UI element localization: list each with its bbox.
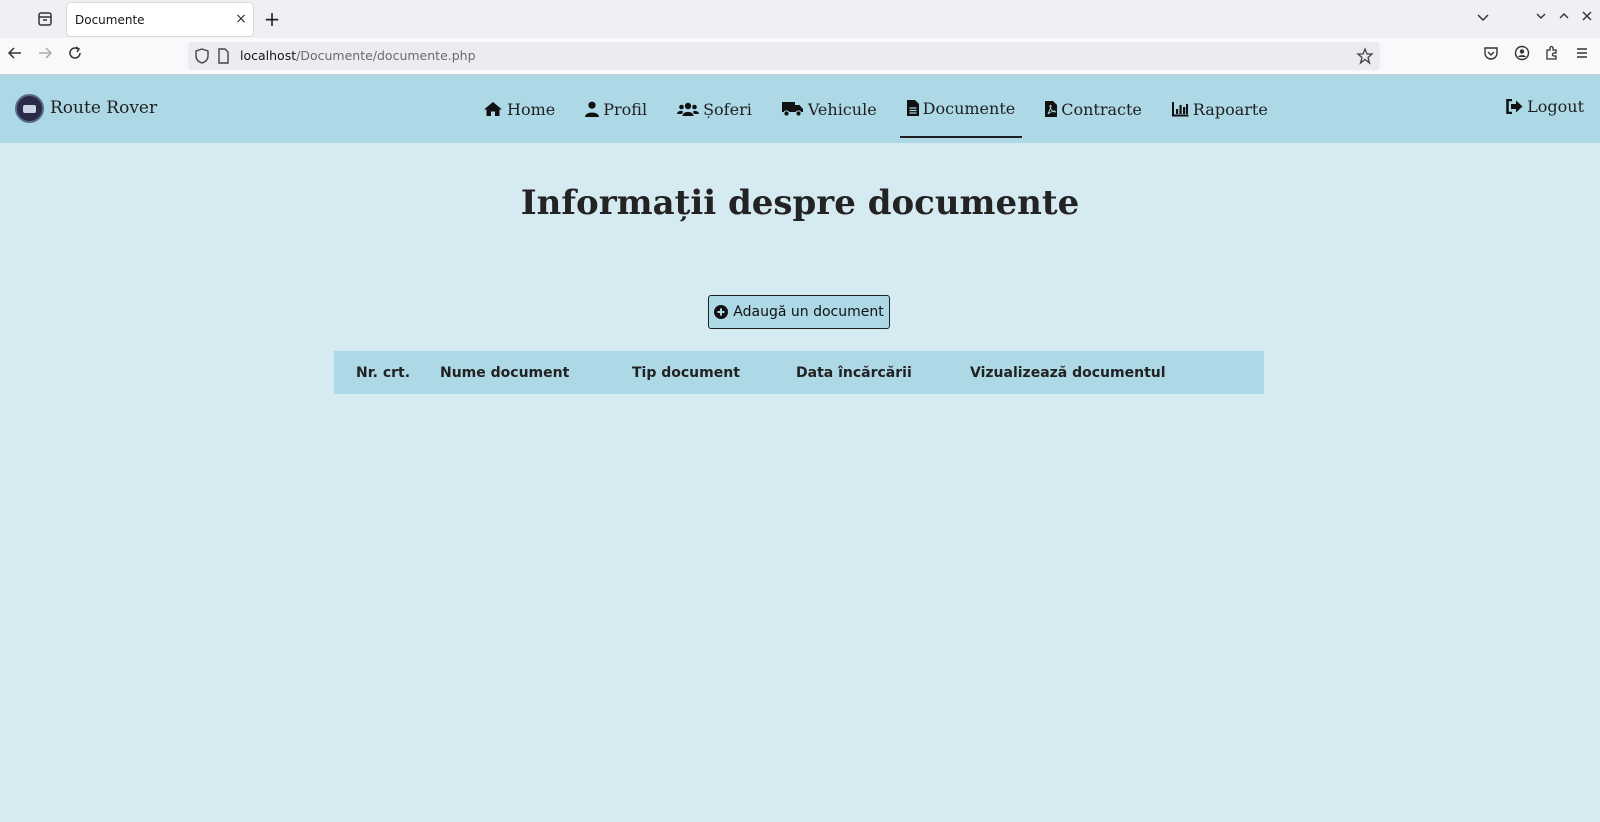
users-icon [677,102,700,116]
column-header-name: Nume document [440,364,570,381]
shield-icon[interactable] [194,47,212,65]
logout-icon [1506,99,1523,114]
menu-item-label: Profil [603,99,648,119]
reload-icon[interactable] [63,44,87,68]
list-all-tabs-icon[interactable] [1474,10,1492,28]
close-window-icon[interactable] [1578,10,1596,28]
menu-item-rapoarte[interactable]: Rapoarte [1165,80,1275,138]
logout-label: Logout [1527,97,1584,116]
home-icon [484,102,502,116]
user-icon [585,101,600,117]
account-icon[interactable] [1510,44,1534,68]
truck-icon [781,102,803,117]
brand-logo [15,93,44,123]
maximize-icon[interactable] [1555,10,1573,28]
plus-circle-icon [714,305,729,319]
menu-item-label: Contracte [1061,99,1142,119]
column-header-nr: Nr. crt. [356,364,411,381]
browser-tab-bar: Documente × + [0,0,1600,38]
column-header-date: Data încărcării [796,364,912,381]
menu-item-label: Documente [922,98,1016,118]
tab-title: Documente [75,13,145,27]
brand-name: Route Rover [50,98,158,118]
file-pdf-icon [1045,101,1058,117]
menu-item-label: Șoferi [703,99,752,119]
pocket-icon[interactable] [1479,44,1503,68]
menu-item-profil[interactable]: Profil [578,80,654,138]
browser-tab[interactable]: Documente × [67,3,253,36]
brand[interactable]: Route Rover [15,93,157,123]
menu-item-vehicule[interactable]: Vehicule [775,80,884,138]
add-document-button[interactable]: Adaugă un document [708,295,890,329]
url-bar[interactable]: localhost/Documente/documente.php [188,42,1380,70]
column-header-type: Tip document [632,364,740,381]
chart-icon [1171,102,1189,117]
menu-item-label: Rapoarte [1192,99,1268,119]
minimize-icon[interactable] [1532,10,1550,28]
url-host: localhost [240,48,297,63]
menu-item-home[interactable]: Home [476,80,562,138]
back-icon[interactable] [3,44,27,68]
app-navbar: Route Rover Home Profil Șoferi Vehicule … [0,75,1600,143]
url-text[interactable]: localhost/Documente/documente.php [240,48,476,63]
url-path: /Documente/documente.php [296,48,476,63]
browser-toolbar: localhost/Documente/documente.php [0,38,1600,75]
menu-item-soferi[interactable]: Șoferi [670,80,759,138]
menu-item-label: Home [507,99,556,119]
add-document-label: Adaugă un document [733,304,884,320]
logout-link[interactable]: Logout [1506,97,1584,116]
menu-item-documente[interactable]: Documente [899,80,1023,138]
page-title: Informații despre documente [520,183,1080,223]
column-header-view: Vizualizează documentul [970,364,1166,381]
documents-table: Nr. crt. Nume document Tip document Data… [334,351,1264,394]
forward-icon[interactable] [33,44,57,68]
main-menu: Home Profil Șoferi Vehicule Documente Co… [476,75,1275,143]
bookmark-star-icon[interactable] [1356,47,1374,65]
file-icon [906,100,919,116]
menu-item-label: Vehicule [807,99,877,119]
extensions-icon[interactable] [1540,44,1564,68]
table-header-row: Nr. crt. Nume document Tip document Data… [334,351,1264,394]
new-tab-button[interactable]: + [262,8,282,30]
close-tab-icon[interactable]: × [233,9,249,29]
menu-hamburger-icon[interactable] [1570,44,1594,68]
page-icon[interactable] [216,47,234,65]
tab-list-icon[interactable] [34,9,56,29]
menu-item-contracte[interactable]: Contracte [1038,80,1149,138]
